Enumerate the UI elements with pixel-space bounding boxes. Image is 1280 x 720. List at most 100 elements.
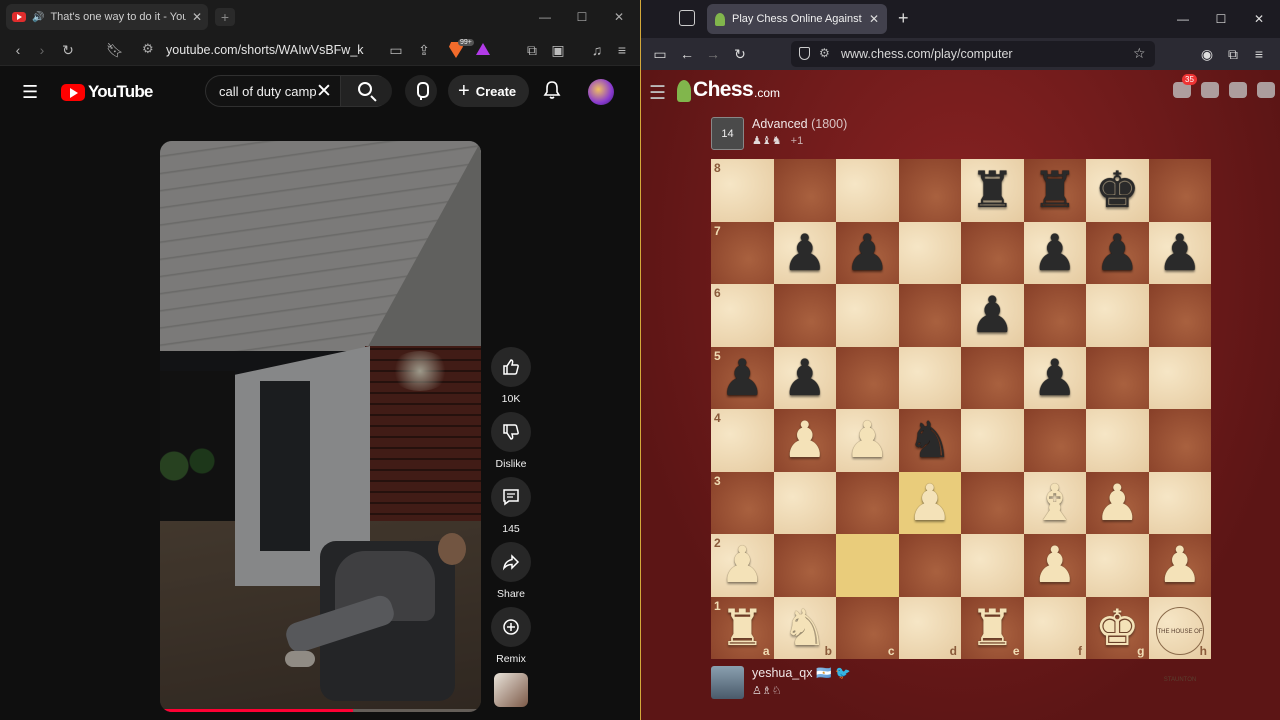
square-d6[interactable] — [898, 284, 961, 347]
menu-icon[interactable]: ≡ — [1249, 44, 1269, 64]
square-e1[interactable]: e ♜ — [961, 596, 1024, 659]
white-pawn-icon[interactable]: ♟ — [720, 540, 765, 590]
square-f5[interactable]: ♟ — [1023, 346, 1086, 409]
square-e7[interactable] — [961, 221, 1024, 284]
forward-icon[interactable]: → — [703, 44, 723, 64]
bookmark-star-icon[interactable]: ☆ — [1133, 45, 1146, 62]
bookmark-icon[interactable]: 🔖︎ — [105, 40, 125, 60]
media-icon[interactable]: ♫ — [587, 40, 607, 60]
back-icon[interactable]: ‹ — [8, 40, 28, 60]
cast-icon[interactable]: ▭ — [386, 40, 406, 60]
minimize-button[interactable]: — — [1164, 0, 1202, 38]
square-g4[interactable] — [1086, 409, 1149, 472]
square-c1[interactable]: c — [836, 596, 899, 659]
square-a2[interactable]: 2 ♟ — [711, 534, 774, 597]
square-a7[interactable]: 7 — [711, 221, 774, 284]
square-c2[interactable] — [836, 534, 899, 597]
white-knight-icon[interactable]: ♞ — [782, 603, 827, 653]
messages-icon[interactable] — [1229, 82, 1247, 98]
square-c6[interactable] — [836, 284, 899, 347]
new-tab-button[interactable]: + — [898, 8, 909, 29]
black-pawn-icon[interactable]: ♟ — [970, 290, 1015, 340]
square-d2[interactable] — [898, 534, 961, 597]
white-pawn-icon[interactable]: ♟ — [845, 415, 890, 465]
black-pawn-icon[interactable]: ♟ — [1095, 228, 1140, 278]
square-d3[interactable]: ♟ — [898, 471, 961, 534]
square-h4[interactable] — [1148, 409, 1211, 472]
square-a1[interactable]: 1 a ♜ — [711, 596, 774, 659]
square-g8[interactable]: ♚ — [1086, 159, 1149, 222]
reload-icon[interactable]: ↻ — [58, 40, 78, 60]
hamburger-menu-icon[interactable]: ☰ — [22, 82, 38, 103]
square-e4[interactable] — [961, 409, 1024, 472]
tab-youtube[interactable]: 🔊 That's one way to do it - YouTube ✕ — [6, 4, 208, 30]
forward-icon[interactable]: › — [32, 40, 52, 60]
square-h8[interactable] — [1148, 159, 1211, 222]
close-window-button[interactable]: ✕ — [1240, 0, 1278, 38]
square-b6[interactable] — [773, 284, 836, 347]
square-e3[interactable] — [961, 471, 1024, 534]
black-pawn-icon[interactable]: ♟ — [845, 228, 890, 278]
dislike-button[interactable] — [491, 412, 531, 452]
minimize-button[interactable]: — — [526, 0, 564, 34]
square-d4[interactable]: ♞ — [898, 409, 961, 472]
white-pawn-icon[interactable]: ♟ — [782, 415, 827, 465]
square-d8[interactable] — [898, 159, 961, 222]
white-pawn-icon[interactable]: ♟ — [1032, 540, 1077, 590]
square-g5[interactable] — [1086, 346, 1149, 409]
voice-search-microphone-icon[interactable] — [405, 75, 437, 107]
maximize-button[interactable]: ☐ — [1202, 0, 1240, 38]
comments-button[interactable] — [491, 477, 531, 517]
tab-chess[interactable]: Play Chess Online Against the Computer ✕ — [707, 4, 887, 34]
shorts-video-player[interactable] — [160, 141, 481, 712]
like-button[interactable] — [491, 347, 531, 387]
sidebar-toggle-icon[interactable]: ▭ — [650, 44, 670, 64]
close-tab-icon[interactable]: ✕ — [869, 12, 879, 26]
square-g2[interactable] — [1086, 534, 1149, 597]
black-pawn-icon[interactable]: ♟ — [782, 353, 827, 403]
friends-icon[interactable] — [1201, 82, 1219, 98]
square-g1[interactable]: g ♚ — [1086, 596, 1149, 659]
brave-rewards-icon[interactable] — [476, 43, 490, 55]
extensions-icon[interactable]: ⧉ — [522, 40, 542, 60]
chess-com-logo[interactable]: Chess .com — [677, 78, 780, 102]
square-f8[interactable]: ♜ — [1023, 159, 1086, 222]
black-pawn-icon[interactable]: ♟ — [1032, 228, 1077, 278]
account-avatar[interactable] — [588, 79, 614, 105]
white-king-icon[interactable]: ♚ — [1095, 603, 1140, 653]
black-pawn-icon[interactable]: ♟ — [1157, 228, 1202, 278]
alerts-bell-icon[interactable] — [1257, 82, 1275, 98]
square-a6[interactable]: 6 — [711, 284, 774, 347]
square-b5[interactable]: ♟ — [773, 346, 836, 409]
maximize-button[interactable]: ☐ — [563, 0, 601, 34]
white-pawn-icon[interactable]: ♟ — [1095, 478, 1140, 528]
square-b1[interactable]: b ♞ — [773, 596, 836, 659]
back-icon[interactable]: ← — [677, 44, 697, 64]
reload-icon[interactable]: ↻ — [730, 44, 750, 64]
square-c4[interactable]: ♟ — [836, 409, 899, 472]
black-pawn-icon[interactable]: ♟ — [1032, 353, 1077, 403]
player-name-line[interactable]: yeshua_qx 🇦🇷 🐦 — [752, 666, 851, 681]
square-h3[interactable] — [1148, 471, 1211, 534]
square-f7[interactable]: ♟ — [1023, 221, 1086, 284]
square-d1[interactable]: d — [898, 596, 961, 659]
video-progress-bar[interactable] — [160, 709, 481, 712]
square-h2[interactable]: ♟ — [1148, 534, 1211, 597]
black-knight-icon[interactable]: ♞ — [907, 415, 952, 465]
extensions-icon[interactable]: ⧉ — [1223, 44, 1243, 64]
search-input[interactable]: call of duty campaign — [219, 84, 316, 99]
square-f3[interactable]: ♝ — [1023, 471, 1086, 534]
black-rook-icon[interactable]: ♜ — [1032, 165, 1077, 215]
address-bar[interactable]: ⚙︎ www.chess.com/play/computer ☆ — [791, 41, 1155, 67]
new-tab-button[interactable]: + — [215, 8, 235, 26]
youtube-logo[interactable]: YouTube — [61, 82, 153, 102]
square-b3[interactable] — [773, 471, 836, 534]
square-e6[interactable]: ♟ — [961, 284, 1024, 347]
create-button[interactable]: + Create — [448, 75, 529, 107]
tracking-protection-shield-icon[interactable] — [799, 47, 810, 60]
square-e8[interactable]: ♜ — [961, 159, 1024, 222]
square-b4[interactable]: ♟ — [773, 409, 836, 472]
opponent-avatar[interactable]: 14 — [711, 117, 744, 150]
white-pawn-icon[interactable]: ♟ — [907, 478, 952, 528]
square-b7[interactable]: ♟ — [773, 221, 836, 284]
